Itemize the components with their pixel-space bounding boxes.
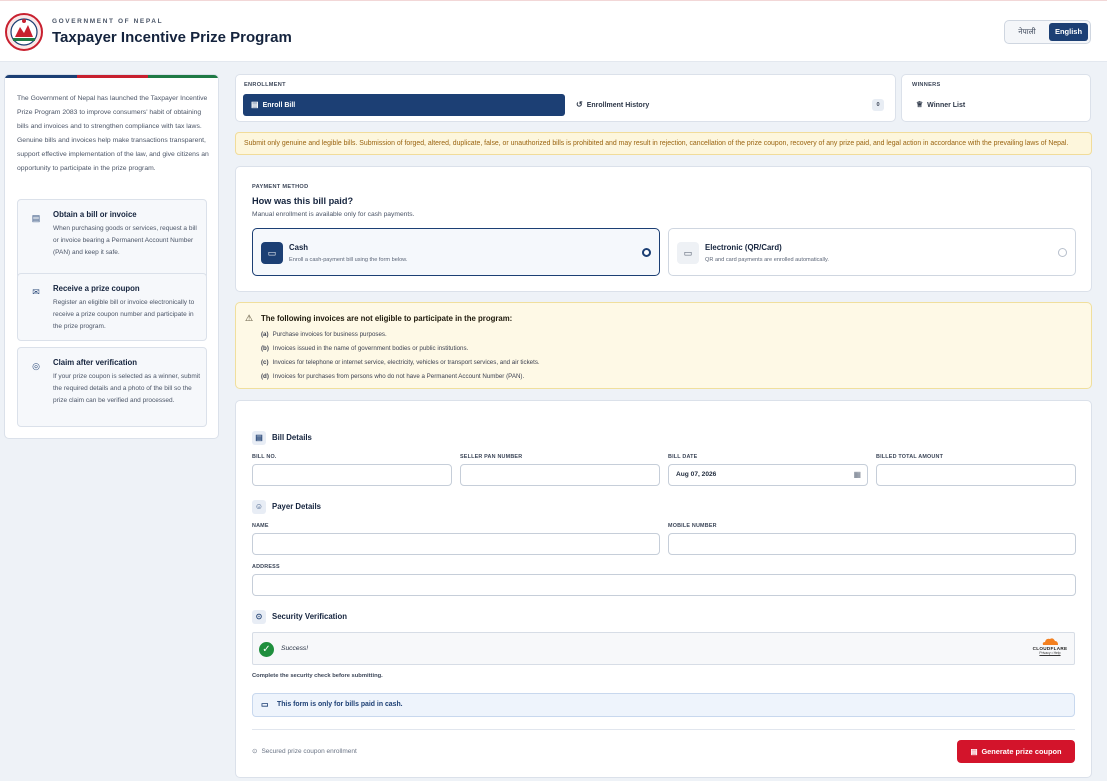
cash-only-note: ▭ This form is only for bills paid in cas… — [252, 693, 1075, 717]
winners-nav: WINNERS ♕ Winner List — [901, 74, 1091, 122]
secured-note: ⊙ Secured prize coupon enrollment — [252, 748, 357, 755]
bill-no-input[interactable] — [252, 464, 452, 486]
payment-subtext: Manual enrollment is available only for … — [252, 211, 415, 218]
genuine-bill-warning: Submit only genuine and legible bills. S… — [235, 132, 1092, 155]
step-description: Register an eligible bill or invoice ele… — [53, 299, 195, 330]
payment-option-cash[interactable]: ▭ Cash Enroll a cash-payment bill using … — [252, 228, 660, 276]
cash-description: Enroll a cash-payment bill using the for… — [289, 257, 408, 263]
captcha-widget[interactable]: ✓ Success! CLOUDFLARE Privacy • Help — [252, 632, 1075, 665]
calendar-icon[interactable]: ▦ — [853, 470, 861, 479]
language-nepali-button[interactable]: नेपाली — [1009, 23, 1045, 41]
enrollment-history-tab[interactable]: ↺ Enrollment History 0 — [576, 94, 884, 116]
generate-coupon-button[interactable]: ▤ Generate prize coupon — [957, 740, 1075, 763]
enroll-bill-label: Enroll Bill — [262, 102, 296, 109]
government-label: GOVERNMENT OF NEPAL — [52, 18, 164, 25]
step-card-receive-coupon: ✉ Receive a prize coupon Register an eli… — [17, 273, 207, 341]
document-icon: ▤ — [251, 100, 259, 109]
electronic-description: QR and card payments are enrolled automa… — [705, 257, 829, 263]
payment-question: How was this bill paid? — [252, 196, 354, 206]
step-description: When purchasing goods or services, reque… — [53, 225, 197, 256]
nepal-emblem-logo — [5, 13, 43, 51]
mobile-label: MOBILE NUMBER — [668, 523, 717, 529]
flag-stripe — [5, 75, 218, 78]
electronic-radio[interactable] — [1058, 248, 1067, 257]
history-icon: ↺ — [576, 100, 583, 109]
page-title: Taxpayer Incentive Prize Program — [52, 29, 292, 46]
ineligible-item: (a) Purchase invoices for business purpos… — [261, 331, 387, 338]
app-header: GOVERNMENT OF NEPAL Taxpayer Incentive P… — [0, 0, 1107, 62]
cloud-icon — [1042, 638, 1058, 645]
program-info-sidebar: The Government of Nepal has launched the… — [4, 74, 219, 439]
seller-pan-input[interactable] — [460, 464, 660, 486]
ineligible-title: The following invoices are not eligible … — [261, 314, 513, 323]
ineligible-item: (c) Invoices for telephone or internet se… — [261, 359, 540, 366]
cloudflare-links[interactable]: Privacy • Help — [1030, 651, 1070, 655]
payment-method-label: PAYMENT METHOD — [252, 184, 309, 190]
language-switcher: नेपाली English — [1004, 20, 1091, 44]
winners-label: WINNERS — [912, 82, 941, 88]
step-card-claim: ◎ Claim after verification If your prize… — [17, 347, 207, 427]
bill-date-input[interactable]: Aug 07, 2026 ▦ — [668, 464, 868, 486]
bill-no-label: BILL NO. — [252, 454, 277, 460]
enroll-bill-tab[interactable]: ▤ Enroll Bill — [243, 94, 565, 116]
bill-icon: ▤ — [252, 431, 266, 445]
name-label: NAME — [252, 523, 269, 529]
captcha-status: Success! — [281, 645, 309, 652]
cash-radio-selected[interactable] — [642, 248, 651, 257]
success-check-icon: ✓ — [259, 642, 274, 657]
enrollment-form: ▤ Bill Details BILL NO. SELLER PAN NUMBER… — [235, 400, 1092, 778]
ineligible-item: (b) Invoices issued in the name of govern… — [261, 345, 469, 352]
check-circle-icon: ◎ — [32, 361, 40, 371]
document-icon: ▤ — [970, 747, 978, 756]
payer-details-heading: ☺ Payer Details — [252, 500, 321, 514]
billed-total-input[interactable] — [876, 464, 1076, 486]
card-icon: ▭ — [677, 242, 699, 264]
electronic-title: Electronic (QR/Card) — [705, 243, 782, 252]
cash-icon: ▭ — [261, 242, 283, 264]
cash-note-icon: ▭ — [261, 700, 269, 709]
step-title: Obtain a bill or invoice — [53, 210, 137, 219]
divider — [252, 729, 1075, 730]
program-intro: The Government of Nepal has launched the… — [17, 95, 209, 172]
ticket-icon: ✉ — [32, 287, 40, 297]
enrollment-nav: ENROLLMENT ▤ Enroll Bill ↺ Enrollment Hist… — [235, 74, 896, 122]
trophy-icon: ♕ — [916, 100, 924, 109]
enrollment-label: ENROLLMENT — [244, 82, 286, 88]
ineligible-invoices-notice: ⚠ The following invoices are not eligibl… — [235, 302, 1092, 389]
secure-check-icon: ⊙ — [252, 748, 258, 755]
bill-details-heading: ▤ Bill Details — [252, 431, 312, 445]
billed-total-label: BILLED TOTAL AMOUNT — [876, 454, 944, 460]
address-label: ADDRESS — [252, 564, 280, 570]
enrollment-history-label: Enrollment History — [586, 102, 650, 109]
step-description: If your prize coupon is selected as a wi… — [53, 373, 201, 404]
bill-date-value: Aug 07, 2026 — [676, 471, 717, 478]
language-english-button[interactable]: English — [1049, 23, 1088, 41]
step-title: Receive a prize coupon — [53, 284, 140, 293]
payment-method-card: PAYMENT METHOD How was this bill paid? M… — [235, 166, 1092, 292]
address-input[interactable] — [252, 574, 1076, 596]
name-input[interactable] — [252, 533, 660, 555]
step-card-obtain-bill: ▤ Obtain a bill or invoice When purchasi… — [17, 199, 207, 279]
payment-option-electronic[interactable]: ▭ Electronic (QR/Card) QR and card payme… — [668, 228, 1076, 276]
ineligible-item: (d) Invoices for purchases from persons w… — [261, 373, 525, 380]
cash-title: Cash — [289, 243, 309, 252]
mobile-input[interactable] — [668, 533, 1076, 555]
shield-icon: ⊙ — [252, 610, 266, 624]
seller-pan-label: SELLER PAN NUMBER — [460, 454, 523, 460]
winner-list-label: Winner List — [927, 102, 966, 109]
step-title: Claim after verification — [53, 358, 138, 367]
history-count-badge: 0 — [872, 99, 884, 111]
winner-list-tab[interactable]: ♕ Winner List — [916, 94, 1076, 116]
receipt-icon: ▤ — [31, 213, 41, 223]
user-icon: ☺ — [252, 500, 266, 514]
cloudflare-logo: CLOUDFLARE Privacy • Help — [1030, 637, 1070, 655]
security-heading: ⊙ Security Verification — [252, 610, 347, 624]
warning-triangle-icon: ⚠ — [245, 313, 254, 323]
security-hint: Complete the security check before submi… — [252, 673, 383, 679]
bill-date-label: BILL DATE — [668, 454, 698, 460]
